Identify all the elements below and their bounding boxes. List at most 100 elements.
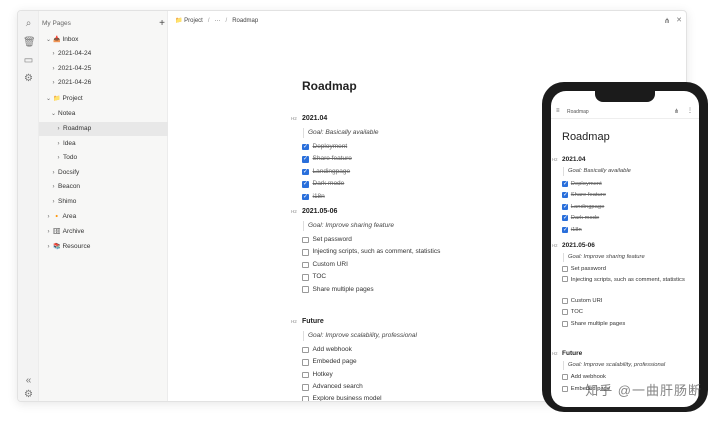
task-checkbox[interactable]	[302, 346, 309, 354]
task-checkbox[interactable]	[562, 309, 568, 316]
close-icon[interactable]: ✕	[676, 16, 682, 24]
task-checkbox[interactable]: ✓	[302, 168, 309, 176]
sidebar-item-idea[interactable]: › Idea	[39, 137, 168, 151]
task-checkbox[interactable]: ✓	[562, 180, 568, 187]
sidebar-item-2021-04-24[interactable]: › 2021-04-24	[39, 47, 168, 61]
chevron-right-icon[interactable]: ›	[49, 166, 58, 180]
chevron-right-icon[interactable]: ›	[54, 151, 63, 165]
share-icon[interactable]: ⋔	[674, 108, 679, 115]
task-checkbox[interactable]: ✓	[562, 203, 568, 210]
sidebar-item-shimo[interactable]: › Shimo	[39, 195, 168, 209]
chevron-right-icon[interactable]: ›	[49, 180, 58, 194]
chevron-right-icon[interactable]: ›	[49, 47, 58, 61]
share-icon[interactable]: ⋔	[664, 17, 670, 25]
task-text[interactable]: Landingpage	[571, 203, 605, 211]
task-checkbox[interactable]: ✓	[562, 192, 568, 198]
task-text[interactable]: Deployment	[313, 141, 348, 153]
chevron-right-icon[interactable]: ›	[44, 225, 53, 239]
task-checkbox[interactable]	[562, 374, 568, 381]
sidebar-item-beacon[interactable]: › Beacon	[39, 180, 168, 194]
trash-icon[interactable]: 🗑	[23, 37, 36, 48]
chevron-down-icon[interactable]: ⌄	[49, 107, 58, 121]
task-checkbox[interactable]	[302, 384, 309, 391]
task-text[interactable]: Advanced search	[313, 381, 363, 393]
task-checkbox[interactable]	[562, 385, 568, 392]
task-checkbox[interactable]	[302, 286, 309, 293]
task-checkbox[interactable]	[562, 297, 568, 304]
breadcrumb-ellipsis[interactable]: ···	[215, 18, 221, 24]
sidebar-item-roadmap[interactable]: › Roadmap	[39, 122, 168, 136]
task-checkbox[interactable]	[302, 274, 309, 281]
section-heading[interactable]: H2 Future	[552, 348, 694, 359]
task-checkbox[interactable]	[302, 396, 309, 401]
sidebar-item-archive[interactable]: › 🗄 Archive	[39, 225, 168, 239]
task-text[interactable]: i18n	[571, 226, 582, 234]
sidebar-item-resource[interactable]: › 📚 Resource	[39, 240, 168, 254]
task-text[interactable]: Custom URI	[313, 259, 348, 271]
collapse-icon[interactable]: «	[23, 375, 34, 386]
task-text[interactable]: Custom URI	[571, 297, 603, 305]
sidebar-item-area[interactable]: › 🔸 Area	[39, 210, 168, 224]
task-text[interactable]: Dark mode	[571, 214, 599, 222]
task-checkbox[interactable]	[562, 276, 568, 282]
chevron-right-icon[interactable]: ›	[44, 210, 53, 224]
task-checkbox[interactable]	[302, 371, 309, 379]
chevron-right-icon[interactable]: ›	[44, 240, 53, 254]
task-text[interactable]: Share feature	[313, 153, 352, 165]
task-text[interactable]: Injecting scripts, such as comment, stat…	[571, 276, 685, 284]
task-checkbox[interactable]: ✓	[302, 143, 309, 151]
chevron-down-icon[interactable]: ⌄	[44, 33, 53, 47]
task-text[interactable]: Explore business model	[313, 393, 382, 401]
gear-icon[interactable]: ⚙	[23, 73, 34, 84]
task-checkbox[interactable]	[562, 320, 568, 327]
task-text[interactable]: TOC	[313, 271, 327, 283]
task-checkbox[interactable]	[302, 236, 309, 244]
chevron-right-icon[interactable]: ›	[49, 62, 58, 76]
chevron-right-icon[interactable]: ›	[54, 137, 63, 151]
task-checkbox[interactable]: ✓	[302, 156, 309, 163]
chevron-right-icon[interactable]: ›	[49, 76, 58, 90]
task-text[interactable]: Hotkey	[313, 369, 333, 381]
task-text[interactable]: Share multiple pages	[571, 320, 625, 328]
task-checkbox[interactable]	[562, 266, 568, 273]
task-checkbox[interactable]: ✓	[562, 226, 568, 233]
task-text[interactable]: Set password	[313, 234, 352, 246]
task-text[interactable]: Set password	[571, 265, 606, 273]
task-text[interactable]: Deployment	[571, 180, 602, 188]
section-heading[interactable]: H2 2021.04	[552, 154, 694, 165]
task-text[interactable]: Injecting scripts, such as comment, stat…	[313, 246, 441, 258]
chevron-down-icon[interactable]: ⌄	[44, 92, 53, 106]
sidebar-item-2021-04-25[interactable]: › 2021-04-25	[39, 62, 168, 76]
task-text[interactable]: i18n	[313, 191, 325, 203]
task-checkbox[interactable]: ✓	[562, 215, 568, 221]
sidebar-item-notea[interactable]: ⌄ Notea	[39, 107, 168, 121]
inbox-icon[interactable]: ▭	[23, 55, 34, 66]
task-text[interactable]: Dark mode	[313, 178, 345, 190]
task-text[interactable]: Landingpage	[313, 166, 351, 178]
goal-quote[interactable]: Goal: Improve sharing feature	[563, 252, 694, 262]
task-text[interactable]: Embeded page	[313, 356, 357, 368]
task-checkbox[interactable]: ✓	[302, 181, 309, 188]
sidebar-item-docsify[interactable]: › Docsify	[39, 166, 168, 180]
goal-quote[interactable]: Goal: Improve scalability, professional	[563, 360, 694, 370]
goal-quote[interactable]: Goal: Basically available	[563, 167, 694, 176]
breadcrumb-folder[interactable]: 📁 Project	[175, 17, 203, 24]
more-icon[interactable]: ⋮	[687, 107, 693, 114]
task-checkbox[interactable]: ✓	[302, 193, 309, 200]
task-text[interactable]: TOC	[571, 308, 583, 316]
task-checkbox[interactable]	[302, 261, 309, 269]
search-icon[interactable]: ⌕	[23, 18, 34, 29]
task-text[interactable]: Share feature	[571, 191, 606, 199]
breadcrumb-page[interactable]: Roadmap	[232, 18, 258, 24]
section-heading[interactable]: H2 2021.05-06	[552, 240, 694, 251]
task-checkbox[interactable]	[302, 249, 309, 256]
sidebar-item-2021-04-26[interactable]: › 2021-04-26	[39, 76, 168, 90]
sidebar-item-project[interactable]: ⌄ 📁 Project	[39, 92, 168, 106]
chevron-right-icon[interactable]: ›	[49, 195, 58, 209]
menu-icon[interactable]: ≡	[556, 108, 560, 114]
settings-icon[interactable]: ⚙	[23, 389, 34, 400]
task-checkbox[interactable]	[302, 359, 309, 366]
add-page-button[interactable]: +	[159, 18, 165, 29]
task-text[interactable]: Share multiple pages	[313, 284, 374, 296]
sidebar-item-todo[interactable]: › Todo	[39, 151, 168, 165]
